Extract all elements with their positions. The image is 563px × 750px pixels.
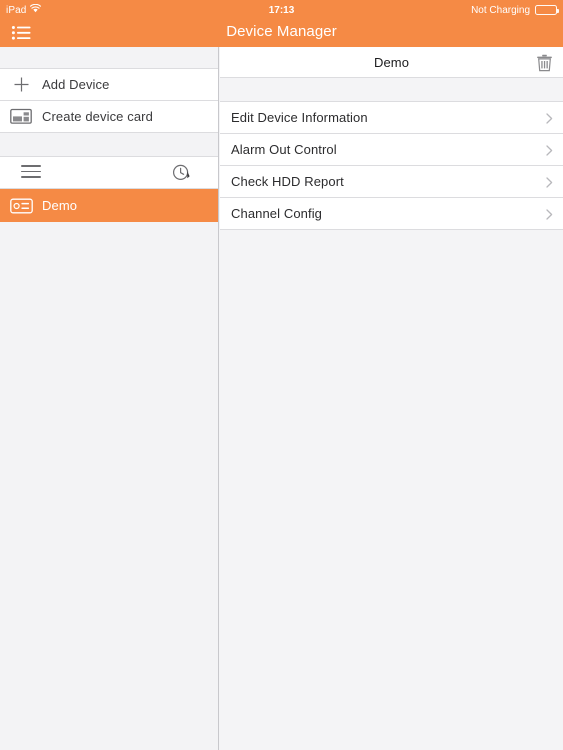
sidebar-section-gap [0,133,218,157]
app-root: iPad 17:13 Not Charging Device Manager A… [0,0,563,750]
chevron-right-icon [546,112,553,124]
status-bar: iPad 17:13 Not Charging [0,0,563,20]
chevron-right-icon [546,208,553,220]
sidebar-item-label: Add Device [42,77,110,92]
detail-section-gap [220,78,563,102]
sidebar-top-spacer [0,47,218,69]
battery-status-text: Not Charging [471,4,530,16]
menu-row-label: Edit Device Information [231,110,368,125]
menu-row-check-hdd-report[interactable]: Check HDD Report [220,166,563,198]
sidebar: Add Device Create device card Demo [0,47,219,750]
menu-row-channel-config[interactable]: Channel Config [220,198,563,230]
sidebar-toolbar [0,157,218,189]
sidebar-item-add-device[interactable]: Add Device [0,69,218,101]
detail-panel: Demo Edit Device Information Alarm Out C… [220,47,563,750]
detail-header: Demo [220,47,563,78]
menu-row-label: Check HDD Report [231,174,344,189]
trash-icon[interactable] [533,52,555,74]
sidebar-item-label: Create device card [42,109,153,124]
menu-row-label: Alarm Out Control [231,142,337,157]
battery-icon [535,5,559,15]
detail-title: Demo [373,54,410,70]
page-title: Device Manager [226,23,337,40]
menu-row-edit-device-information[interactable]: Edit Device Information [220,102,563,134]
device-card-icon [0,108,42,125]
menu-row-label: Channel Config [231,206,323,221]
status-bar-right: Not Charging [471,4,559,16]
chevron-right-icon [546,176,553,188]
sidebar-device-label: Demo [42,198,78,213]
sidebar-item-create-device-card[interactable]: Create device card [0,101,218,133]
dvr-device-icon [0,198,42,214]
plus-icon [0,76,42,93]
navigation-bar: Device Manager [0,20,563,47]
chevron-right-icon [546,144,553,156]
sidebar-device-demo[interactable]: Demo [0,189,218,222]
clock-history-icon[interactable] [172,164,192,182]
menu-row-alarm-out-control[interactable]: Alarm Out Control [220,134,563,166]
hamburger-icon[interactable] [21,165,41,181]
